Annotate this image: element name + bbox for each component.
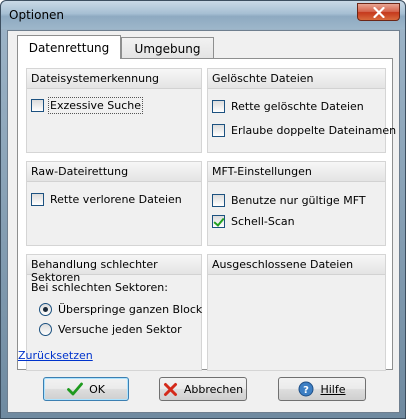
checkbox-quick-scan[interactable]: Schell-Scan [212,214,295,228]
tab-panel-datenrettung: Dateisystemerkennung Exzessive Suche Gel… [17,58,396,371]
group-mft-settings: MFT-Einstellungen Benutze nur gültige MF… [207,161,386,246]
tab-label: Umgebung [134,41,201,56]
checkbox-valid-mft-only[interactable]: Benutze nur gültige MFT [212,193,366,207]
radio-skip-block[interactable]: Überspringe ganzen Block [39,302,202,316]
radio-button-selected[interactable] [39,302,52,316]
tab-datenrettung[interactable]: Datenrettung [17,35,121,59]
group-deleted-files: Gelöschte Dateien Rette gelöschte Dateie… [207,68,396,153]
close-icon [372,6,385,18]
ok-label: OK [89,382,105,396]
checkbox-box[interactable] [212,193,225,207]
red-x-icon [163,382,178,397]
help-button[interactable]: ? Hilfe [278,377,366,401]
cancel-button[interactable]: Abbrechen [159,377,247,401]
tab-umgebung[interactable]: Umgebung [121,37,214,59]
checkbox-label: Exzessive Suche [47,96,144,114]
dialog-client-area: Datenrettung Umgebung Dateisystemerkennu… [7,30,400,413]
checkbox-box[interactable] [212,99,225,113]
title-bar[interactable]: Optionen [1,1,405,29]
ok-button[interactable]: OK [43,377,129,401]
group-title: MFT-Einstellungen [208,162,385,182]
checkbox-box-checked[interactable] [212,214,225,228]
checkbox-box[interactable] [212,123,225,137]
checkbox-label: Schell-Scan [231,214,295,228]
group-title: Raw-Dateirettung [27,162,201,182]
help-label: Hilfe [320,382,346,396]
reset-link[interactable]: Zurücksetzen [18,349,93,362]
tab-label: Datenrettung [28,40,110,55]
group-title: Ausgeschlossene Dateien [208,255,385,275]
green-checkmark-icon [67,382,83,396]
svg-text:?: ? [304,385,310,396]
window-title: Optionen [9,8,65,22]
group-filesystem-detection: Dateisystemerkennung Exzessive Suche [26,68,202,153]
radio-label: Überspringe ganzen Block [58,302,203,316]
group-excluded-files: Ausgeschlossene Dateien [207,254,386,371]
checkbox-excessive-search[interactable]: Exzessive Suche [31,96,144,114]
help-question-icon: ? [298,381,314,397]
checkbox-allow-duplicate-names[interactable]: Erlaube doppelte Dateinamen [212,123,396,137]
bad-sectors-prompt: Bei schlechten Sektoren: [31,281,168,294]
checkbox-label: Rette verlorene Dateien [50,192,182,206]
cancel-label: Abbrechen [183,382,244,396]
close-button[interactable] [357,3,400,21]
checkbox-recover-lost-files[interactable]: Rette verlorene Dateien [31,192,182,206]
checkbox-label: Erlaube doppelte Dateinamen [231,123,397,137]
checkbox-label: Rette gelöschte Dateien [231,99,364,113]
options-dialog: Optionen Datenrettung Umgebung Dateisyst… [0,0,406,419]
checkbox-recover-deleted[interactable]: Rette gelöschte Dateien [212,99,364,113]
checkbox-box[interactable] [31,192,44,206]
group-title: Dateisystemerkennung [27,69,201,89]
group-title: Behandlung schlechter Sektoren [27,255,201,284]
radio-try-each-sector[interactable]: Versuche jeden Sektor [39,322,182,336]
checkbox-box[interactable] [31,98,44,112]
radio-button[interactable] [39,322,52,336]
checkbox-label: Benutze nur gültige MFT [231,193,366,207]
group-raw-recovery: Raw-Dateirettung Rette verlorene Dateien [26,161,202,246]
group-title: Gelöschte Dateien [208,69,385,89]
radio-label: Versuche jeden Sektor [58,322,182,336]
